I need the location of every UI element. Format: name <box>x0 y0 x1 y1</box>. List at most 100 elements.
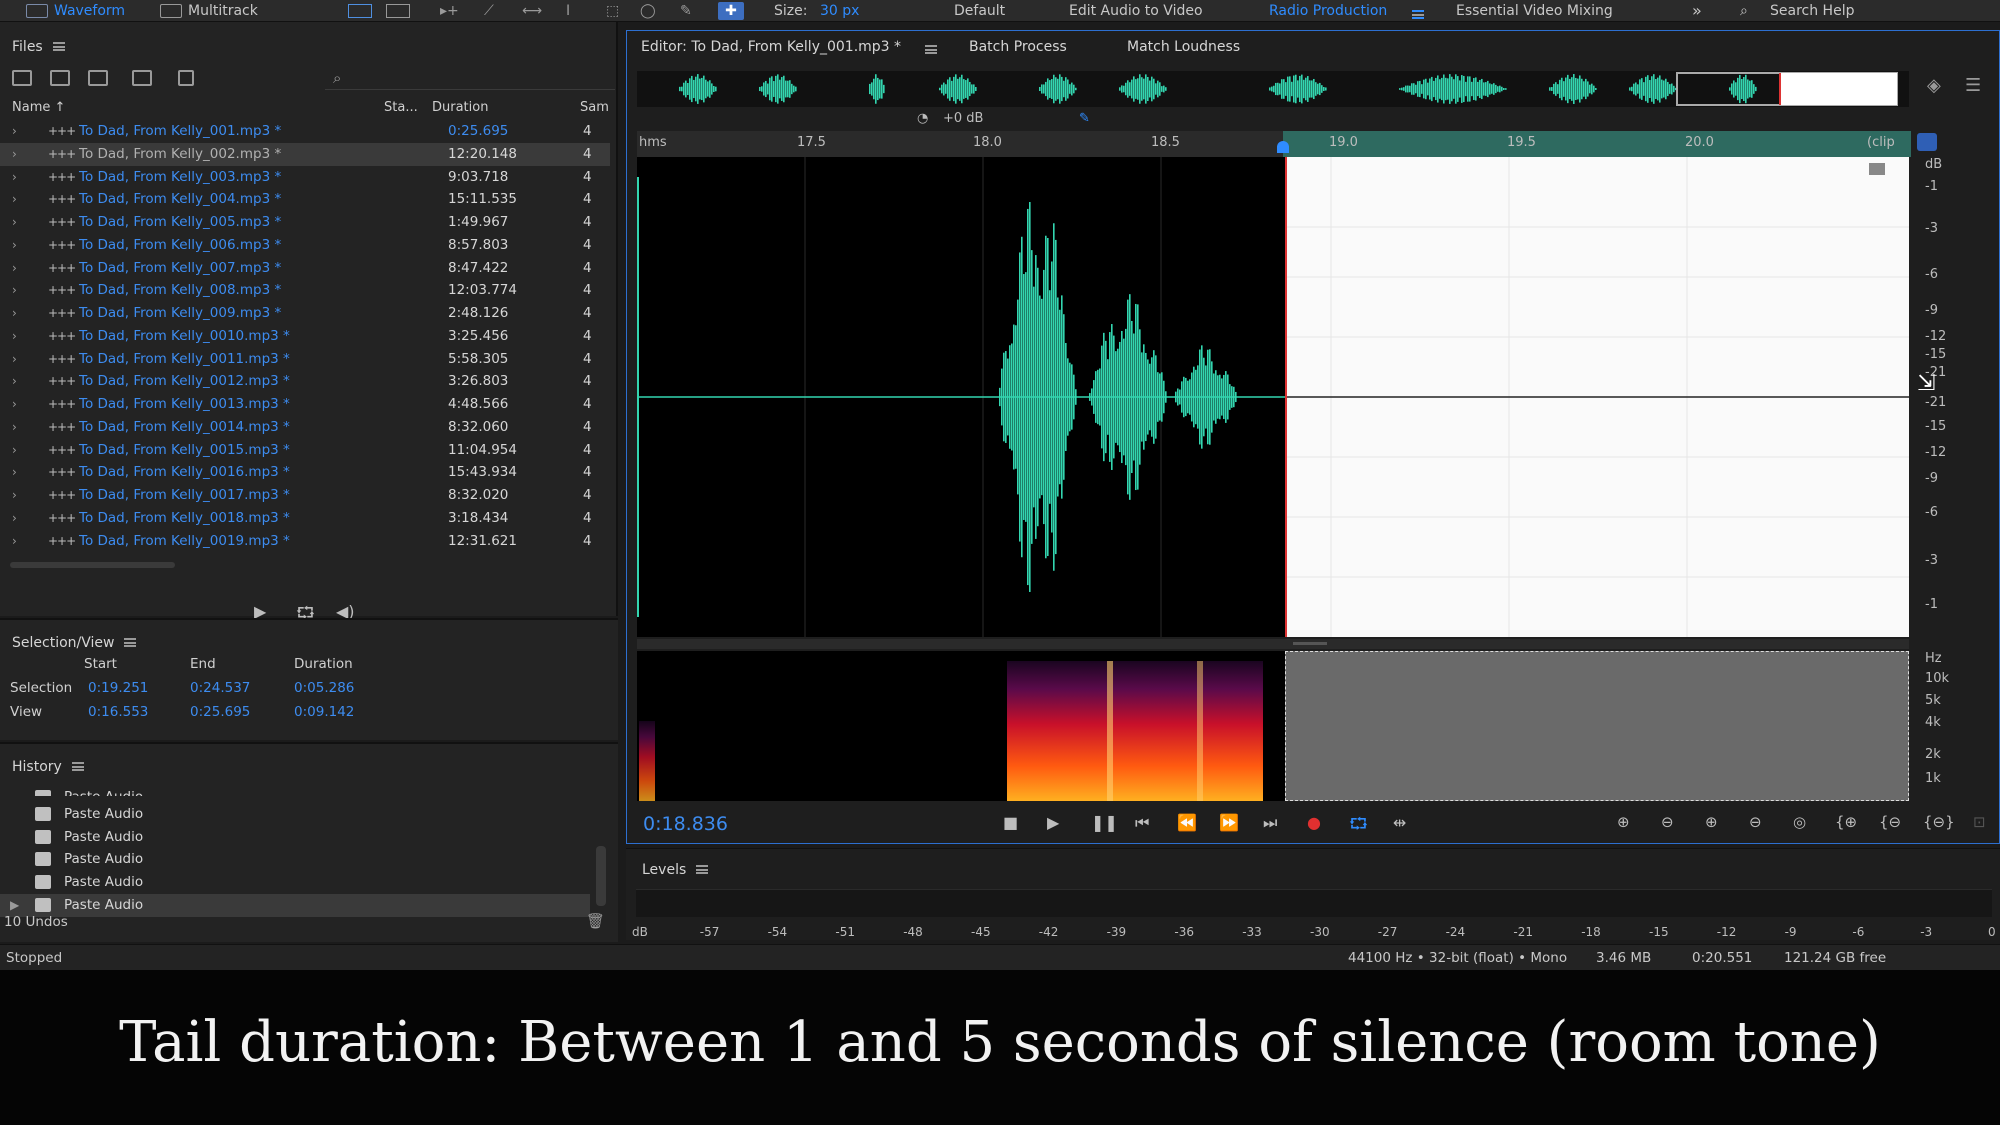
zoom-navigator-icon[interactable]: ◈ <box>1927 75 1941 96</box>
file-row[interactable]: › +++ To Dad, From Kelly_0014.mp3 * 8:32.06… <box>0 416 610 439</box>
time-selection-tool-icon[interactable]: I <box>566 2 570 20</box>
expand-chevron-icon[interactable]: › <box>12 279 17 302</box>
column-duration[interactable]: Duration <box>432 100 488 115</box>
delete-history-icon[interactable]: 🗑 <box>586 912 605 930</box>
workspace-default[interactable]: Default <box>954 2 1005 20</box>
zoom-in-time-icon[interactable]: ⊕ <box>1705 813 1718 831</box>
files-search-input[interactable]: ⌕ <box>325 68 615 90</box>
marquee-tool-icon[interactable]: ⬚ <box>606 2 619 20</box>
view-duration-field[interactable]: 0:09.142 <box>294 704 354 720</box>
selection-duration-field[interactable]: 0:05.286 <box>294 680 354 696</box>
view-end-field[interactable]: 0:25.695 <box>190 704 250 720</box>
file-row[interactable]: › +++ To Dad, From Kelly_0016.mp3 * 15:43.9… <box>0 461 610 484</box>
selection-end-field[interactable]: 0:24.537 <box>190 680 250 696</box>
waveform-view-button[interactable]: Waveform <box>26 2 125 20</box>
spectral-frequency-icon[interactable] <box>348 4 372 18</box>
expand-chevron-icon[interactable]: › <box>12 325 17 348</box>
expand-chevron-icon[interactable]: › <box>12 461 17 484</box>
panel-options-icon[interactable]: ☰ <box>1965 75 1981 96</box>
file-row[interactable]: › +++ To Dad, From Kelly_0010.mp3 * 3:25.45… <box>0 325 610 348</box>
pause-icon[interactable]: ❚❚ <box>1091 813 1118 832</box>
fast-forward-icon[interactable]: ⏩ <box>1219 813 1239 832</box>
expand-chevron-icon[interactable]: › <box>12 120 17 143</box>
history-item[interactable]: Paste Audio <box>0 848 590 871</box>
gain-value[interactable]: +0 dB <box>943 111 983 126</box>
volume-knob-icon[interactable]: ◔ <box>917 111 928 126</box>
editor-menu-icon[interactable] <box>925 41 937 57</box>
file-row[interactable]: › +++ To Dad, From Kelly_003.mp3 * 9:03.718… <box>0 166 610 189</box>
spectral-selection-region[interactable] <box>1285 651 1909 801</box>
expand-chevron-icon[interactable]: › <box>12 507 17 530</box>
multitrack-view-button[interactable]: Multitrack <box>160 2 258 20</box>
insert-into-multitrack-icon[interactable] <box>132 70 152 86</box>
column-status[interactable]: Sta... <box>384 100 418 115</box>
file-row[interactable]: › +++ To Dad, From Kelly_008.mp3 * 12:03.77… <box>0 279 610 302</box>
expand-chevron-icon[interactable]: › <box>12 143 17 166</box>
zoom-out-point-icon[interactable]: {⊖ <box>1879 813 1901 831</box>
expand-chevron-icon[interactable]: › <box>12 166 17 189</box>
workspace-radio-production[interactable]: Radio Production <box>1269 2 1387 20</box>
expand-chevron-icon[interactable]: › <box>12 257 17 280</box>
stop-icon[interactable]: ■ <box>1003 813 1018 832</box>
clip-gain-handle-icon[interactable] <box>1869 163 1885 175</box>
new-file-icon[interactable] <box>88 70 108 86</box>
selection-view-menu-icon[interactable] <box>124 638 137 647</box>
loop-playback-icon[interactable]: ⮔ <box>1349 813 1368 840</box>
zoom-out-amplitude-icon[interactable]: ⊖ <box>1661 813 1674 831</box>
levels-menu-icon[interactable] <box>696 865 709 874</box>
zoom-out-time-icon[interactable]: ⊖ <box>1749 813 1762 831</box>
zoom-in-amplitude-icon[interactable]: ⊕ <box>1617 813 1630 831</box>
skip-to-start-icon[interactable]: ⏮ <box>1135 813 1149 833</box>
move-tool-icon[interactable]: ▸+ <box>440 2 459 20</box>
snap-toggle-icon[interactable] <box>1917 133 1937 151</box>
editor-tab[interactable]: Editor: To Dad, From Kelly_001.mp3 * <box>641 39 901 55</box>
expand-chevron-icon[interactable]: › <box>12 530 17 553</box>
workspace-menu-icon[interactable] <box>1412 5 1424 23</box>
file-row[interactable]: › +++ To Dad, From Kelly_007.mp3 * 8:47.422… <box>0 257 610 280</box>
play-icon[interactable]: ▶ <box>1047 813 1059 832</box>
history-item[interactable]: Paste Audio <box>0 871 590 894</box>
history-item[interactable]: Paste Audio <box>0 786 590 796</box>
expand-chevron-icon[interactable]: › <box>12 234 17 257</box>
lasso-tool-icon[interactable]: ◯ <box>640 2 656 20</box>
history-item[interactable]: Paste Audio <box>0 803 590 826</box>
rewind-icon[interactable]: ⏪ <box>1177 813 1197 832</box>
expand-chevron-icon[interactable]: › <box>12 484 17 507</box>
history-menu-icon[interactable] <box>71 762 84 771</box>
time-ruler[interactable]: hms 17.5 18.0 18.5 19.0 19.5 20.0 (clip <box>637 131 1911 157</box>
skip-selection-icon[interactable]: ⇹ <box>1393 813 1406 832</box>
match-loudness-tab[interactable]: Match Loudness <box>1127 39 1240 55</box>
column-sample-rate[interactable]: Sam <box>580 100 609 115</box>
file-row[interactable]: › +++ To Dad, From Kelly_0019.mp3 * 12:31.6… <box>0 530 610 553</box>
history-scrollbar[interactable] <box>596 846 606 906</box>
expand-chevron-icon[interactable]: › <box>12 370 17 393</box>
expand-chevron-icon[interactable]: › <box>12 439 17 462</box>
expand-chevron-icon[interactable]: › <box>12 416 17 439</box>
file-row[interactable]: › +++ To Dad, From Kelly_001.mp3 * 0:25.695… <box>0 120 610 143</box>
file-row[interactable]: › +++ To Dad, From Kelly_006.mp3 * 8:57.803… <box>0 234 610 257</box>
spectral-pitch-icon[interactable] <box>386 4 410 18</box>
column-name[interactable]: Name ↑ <box>12 100 65 115</box>
batch-process-tab[interactable]: Batch Process <box>969 39 1067 55</box>
delete-file-icon[interactable] <box>178 70 194 86</box>
workspace-edit-audio-to-video[interactable]: Edit Audio to Video <box>1069 2 1203 20</box>
search-help-input[interactable]: Search Help <box>1770 2 1854 20</box>
zoom-in-point-icon[interactable]: {⊕ <box>1835 813 1857 831</box>
file-row[interactable]: › +++ To Dad, From Kelly_0017.mp3 * 8:32.02… <box>0 484 610 507</box>
zoom-out-full-icon[interactable]: ◎ <box>1793 813 1806 831</box>
file-row[interactable]: › +++ To Dad, From Kelly_009.mp3 * 2:48.126… <box>0 302 610 325</box>
open-file-icon[interactable] <box>12 70 32 86</box>
overview-navigator[interactable] <box>637 71 1909 107</box>
history-item[interactable]: ▶ Paste Audio <box>0 893 590 917</box>
expand-chevron-icon[interactable]: › <box>12 188 17 211</box>
spot-healing-tool-icon[interactable]: ✚ <box>718 2 744 20</box>
files-horizontal-scrollbar[interactable] <box>10 562 175 568</box>
waveform-display[interactable] <box>637 157 1909 637</box>
size-value[interactable]: 30 px <box>820 2 859 20</box>
view-start-field[interactable]: 0:16.553 <box>88 704 148 720</box>
editor-horizontal-scrollbar[interactable] <box>637 639 1909 649</box>
file-row[interactable]: › +++ To Dad, From Kelly_004.mp3 * 15:11.53… <box>0 188 610 211</box>
skip-to-end-icon[interactable]: ⏭ <box>1263 813 1277 833</box>
selected-silence-region[interactable] <box>1285 157 1909 637</box>
expand-chevron-icon[interactable]: › <box>12 302 17 325</box>
